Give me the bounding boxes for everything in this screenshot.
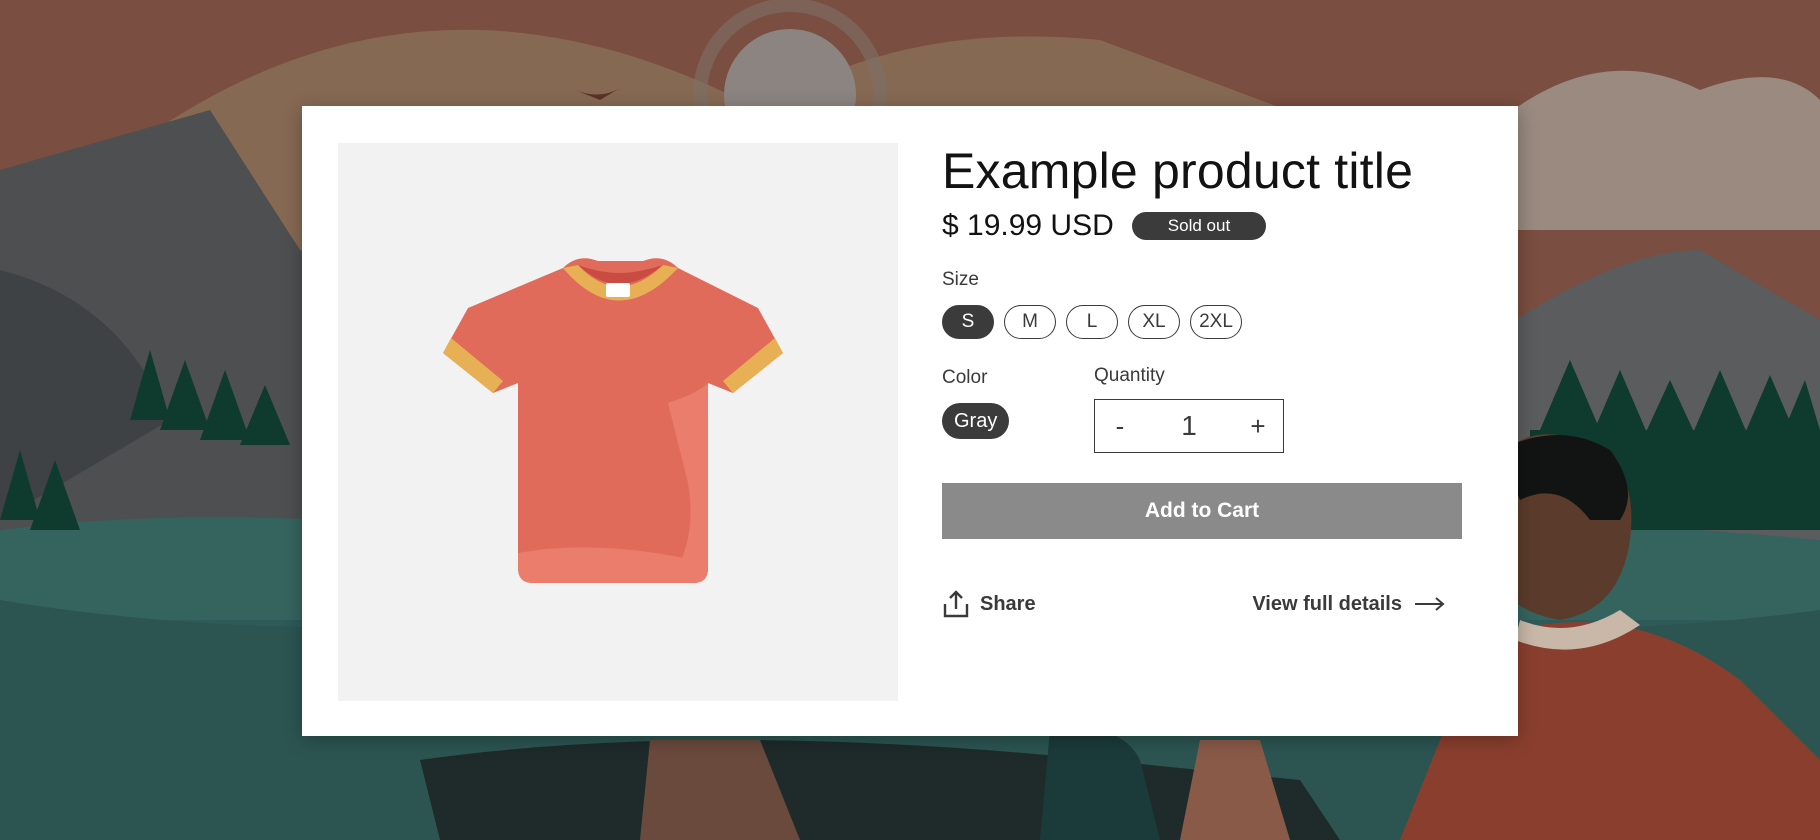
arrow-right-icon [1415,597,1445,611]
color-label: Color [942,367,988,388]
view-full-details-label: View full details [1252,592,1402,615]
product-info: Example product title $ 19.99 USD Sold o… [942,144,1472,619]
quantity-increment-button[interactable]: + [1233,411,1283,442]
sold-out-badge: Sold out [1131,212,1267,240]
color-quantity-row: Color Gray Quantity - 1 + [942,365,1472,487]
quantity-stepper: - 1 + [1094,399,1284,453]
product-modal: Example product title $ 19.99 USD Sold o… [302,106,1518,736]
share-label: Share [980,592,1036,615]
share-icon [943,590,969,618]
quantity-label: Quantity [1094,365,1165,386]
size-option-xl[interactable]: XL [1128,305,1180,339]
product-actions: Share View full details [942,589,1462,619]
product-image [338,143,898,701]
share-button[interactable]: Share [942,589,1036,619]
view-full-details-link[interactable]: View full details [1252,593,1446,616]
t-shirt-illustration [443,258,783,583]
quantity-value[interactable]: 1 [1181,410,1197,442]
size-option-2xl[interactable]: 2XL [1190,305,1242,339]
size-option-m[interactable]: M [1004,305,1056,339]
product-price: $ 19.99 USD [942,209,1114,242]
color-option-gray[interactable]: Gray [942,403,1010,439]
quantity-decrement-button[interactable]: - [1095,411,1145,442]
size-label: Size [942,269,979,290]
size-options: S M L XL 2XL [942,305,1472,339]
size-option-s[interactable]: S [942,305,994,339]
price-row: $ 19.99 USD Sold out [942,209,1472,243]
size-option-l[interactable]: L [1066,305,1118,339]
quantity-selector: Quantity - 1 + [1094,365,1284,453]
add-to-cart-button[interactable]: Add to Cart [942,483,1462,539]
product-title: Example product title [942,143,1414,199]
color-selector: Color Gray [942,367,1010,439]
